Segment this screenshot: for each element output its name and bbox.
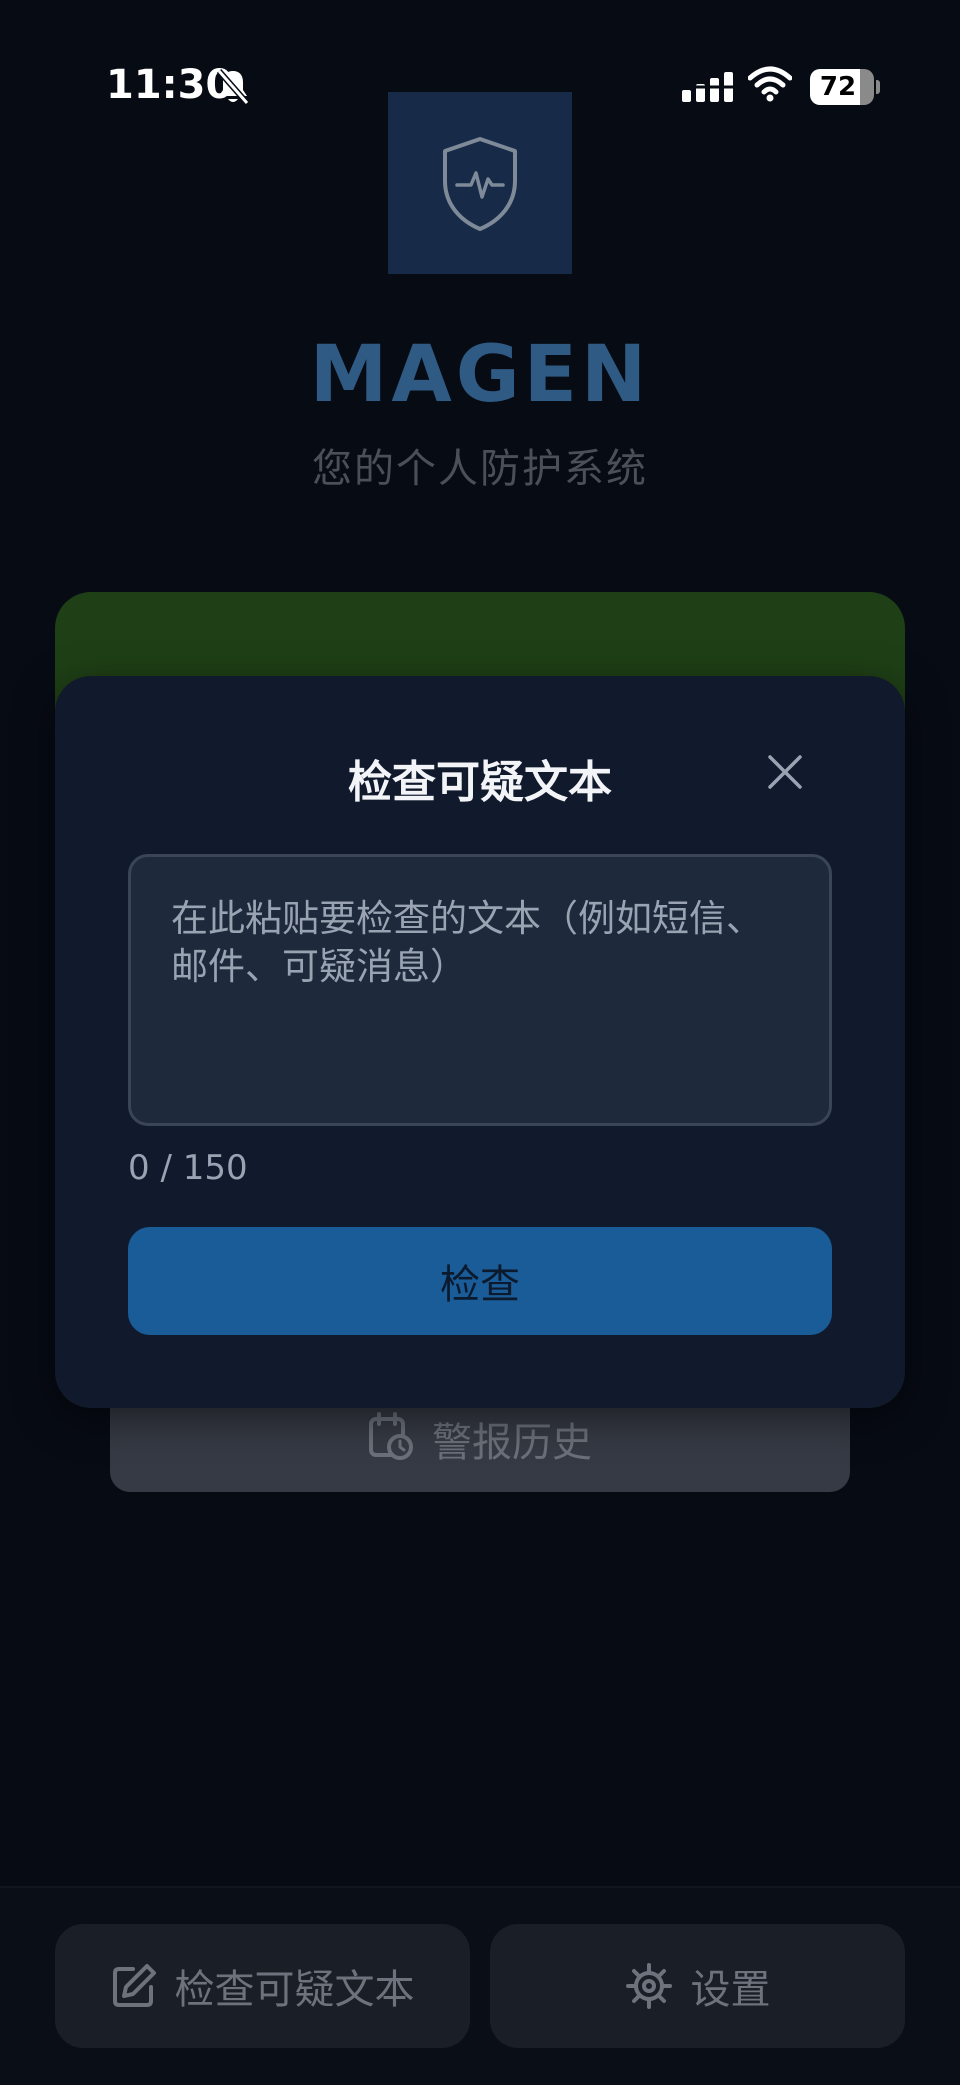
nav-check-text-label: 检查可疑文本 <box>174 1967 415 2013</box>
gear-icon <box>625 1963 672 2009</box>
nav-check-text-button[interactable]: 检查可疑文本 <box>55 1924 470 2048</box>
battery-level: 72 <box>819 72 857 102</box>
battery-icon: 72 <box>810 69 874 105</box>
suspicious-text-input[interactable] <box>128 854 832 1126</box>
edit-icon <box>112 1964 156 2007</box>
shield-heartbeat-icon <box>443 137 517 231</box>
close-icon <box>768 755 802 789</box>
app-subtitle: 您的个人防护系统 <box>312 446 648 492</box>
app-name: MAGEN <box>309 330 651 420</box>
status-time: 11:30 <box>106 62 234 108</box>
close-button[interactable] <box>755 742 815 802</box>
bell-slash-icon <box>216 69 250 105</box>
wifi-icon <box>748 66 792 102</box>
char-count: 0 / 150 <box>128 1148 248 1188</box>
signal-icon <box>682 72 734 102</box>
check-text-modal: 检查可疑文本 0 / 150 检查 <box>55 676 905 1408</box>
battery-tip <box>876 80 880 94</box>
calendar-clock-icon <box>369 1412 413 1460</box>
nav-settings-button[interactable]: 设置 <box>490 1924 905 2048</box>
alert-history-label: 警报历史 <box>432 1420 592 1466</box>
app-logo <box>388 92 572 274</box>
check-submit-button[interactable]: 检查 <box>128 1227 832 1335</box>
nav-settings-label: 设置 <box>690 1967 771 2013</box>
